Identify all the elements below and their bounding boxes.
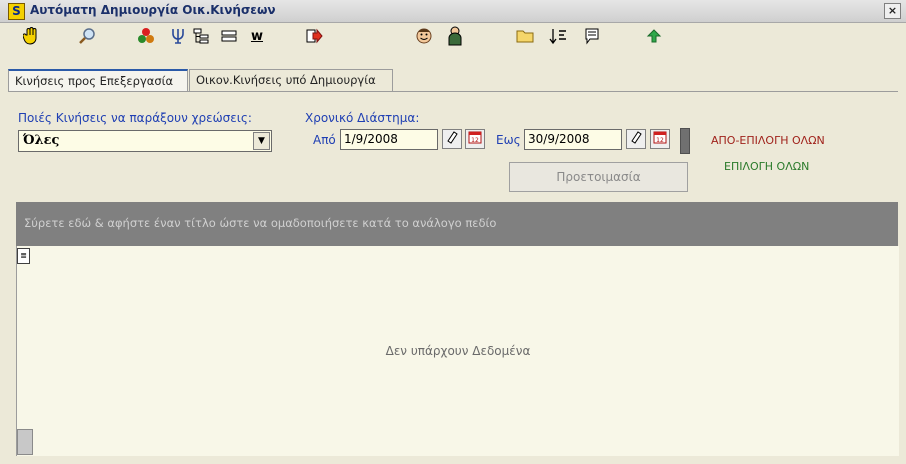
fork-icon[interactable] bbox=[167, 25, 189, 47]
separator-block bbox=[680, 128, 690, 154]
sort-icon[interactable] bbox=[547, 25, 569, 47]
calendar-icon[interactable]: 12 bbox=[650, 129, 670, 149]
charges-label: Ποιές Κινήσεις να παράξουν χρεώσεις: bbox=[18, 111, 252, 125]
scrollbar[interactable] bbox=[17, 429, 33, 455]
eraser-icon[interactable] bbox=[626, 129, 646, 149]
title-bar: S Αυτόματη Δημιουργία Οικ.Κινήσεων × bbox=[0, 0, 906, 23]
smile-icon[interactable] bbox=[413, 25, 435, 47]
calendar-icon[interactable]: 12 bbox=[465, 129, 485, 149]
toolbar: w bbox=[0, 23, 906, 49]
folder-icon[interactable] bbox=[514, 25, 536, 47]
list-icon[interactable] bbox=[218, 25, 240, 47]
underline-w-icon[interactable]: w bbox=[246, 25, 268, 47]
chevron-down-icon[interactable]: ▼ bbox=[253, 132, 270, 150]
close-button[interactable]: × bbox=[884, 3, 901, 19]
from-date-field[interactable]: 1/9/2008 bbox=[340, 129, 438, 150]
no-data-message: Δεν υπάρχουν Δεδομένα bbox=[385, 344, 531, 358]
eraser-icon[interactable] bbox=[442, 129, 462, 149]
arrow-right-icon[interactable] bbox=[303, 25, 325, 47]
tab-underline bbox=[8, 91, 898, 92]
hand-icon[interactable] bbox=[20, 25, 42, 47]
up-arrow-icon[interactable] bbox=[643, 25, 665, 47]
select-all-link[interactable]: ΕΠΙΛΟΓΗ ΟΛΩΝ bbox=[724, 160, 809, 173]
svg-text:12: 12 bbox=[656, 137, 664, 144]
person-icon[interactable] bbox=[444, 25, 466, 47]
tab-movements-to-process[interactable]: Κινήσεις προς Επεξεργασία bbox=[8, 69, 188, 92]
to-label: Εως bbox=[496, 133, 521, 147]
data-grid[interactable]: Δεν υπάρχουν Δεδομένα bbox=[16, 246, 899, 456]
tab-movements-being-created[interactable]: Οικον.Κινήσεις υπό Δημιουργία bbox=[189, 69, 393, 91]
charges-select[interactable]: Όλες ▼ bbox=[18, 130, 272, 152]
period-label: Χρονικό Διάστημα: bbox=[305, 111, 420, 125]
prepare-button[interactable]: Προετοιμασία bbox=[509, 162, 688, 192]
charges-selected-value: Όλες bbox=[23, 133, 60, 148]
deselect-all-link[interactable]: ΑΠΟ-ΕΠΙΛΟΓΗ ΟΛΩΝ bbox=[711, 134, 825, 147]
to-date-field[interactable]: 30/9/2008 bbox=[524, 129, 622, 150]
molecule-icon[interactable] bbox=[135, 25, 157, 47]
tree-icon[interactable] bbox=[190, 25, 212, 47]
magnifier-icon[interactable] bbox=[76, 25, 98, 47]
from-label: Από bbox=[313, 133, 336, 147]
column-chooser-icon[interactable]: ≣ bbox=[17, 248, 30, 264]
note-icon[interactable] bbox=[581, 25, 603, 47]
group-by-panel[interactable]: Σύρετε εδώ & αφήστε έναν τίτλο ώστε να ο… bbox=[16, 202, 898, 246]
svg-text:12: 12 bbox=[471, 137, 479, 144]
window-title: Αυτόματη Δημιουργία Οικ.Κινήσεων bbox=[30, 3, 276, 17]
group-by-hint: Σύρετε εδώ & αφήστε έναν τίτλο ώστε να ο… bbox=[24, 216, 497, 230]
app-logo: S bbox=[8, 3, 25, 20]
